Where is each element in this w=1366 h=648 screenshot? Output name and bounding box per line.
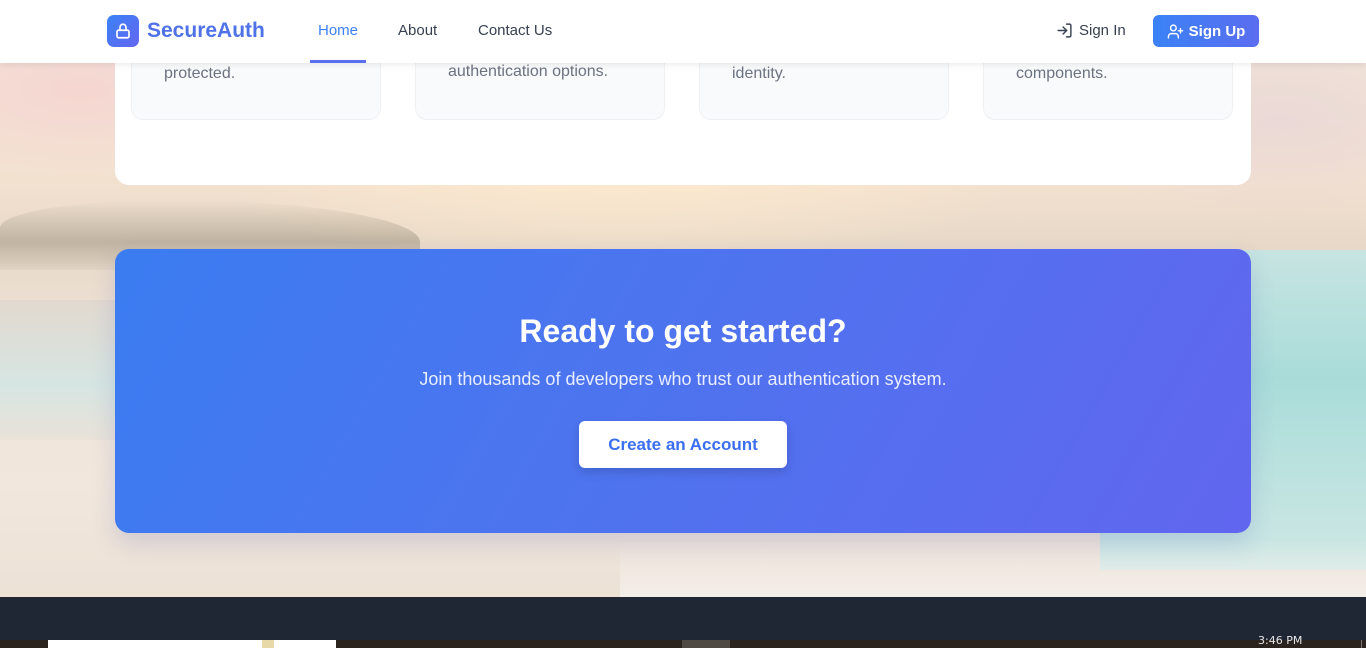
brand-name: SecureAuth [147,19,265,42]
sign-up-label: Sign Up [1188,22,1246,40]
cta-section: Ready to get started? Join thousands of … [115,249,1251,533]
sign-in-label: Sign In [1079,22,1126,39]
nav-link-about[interactable]: About [398,22,437,39]
feature-card-text: components. [1016,65,1108,82]
cta-subtitle: Join thousands of developers who trust o… [419,369,947,389]
navbar: SecureAuth Home About Contact Us Sign In… [0,0,1366,63]
sign-in-icon [1057,23,1072,38]
sign-in-button[interactable]: Sign In [1056,22,1126,39]
background-sea-left [0,300,120,440]
cta-title: Ready to get started? [519,313,847,349]
user-plus-icon [1167,23,1183,39]
nav-active-indicator [310,60,366,63]
lock-icon [107,15,139,47]
nav-link-home[interactable]: Home [318,22,358,39]
show-desktop-button[interactable] [1361,640,1362,648]
taskbar-clock: 3:46 PM [1258,634,1303,647]
taskbar-app-item[interactable] [682,640,730,648]
footer [0,597,1366,640]
nav-link-contact[interactable]: Contact Us [478,22,552,39]
create-account-button[interactable]: Create an Account [579,421,787,468]
sign-up-button[interactable]: Sign Up [1153,15,1259,47]
background-foam [620,540,1366,600]
taskbar: 3:46 PM [0,635,1366,648]
feature-card-text: protected. [164,65,236,82]
feature-card-text: authentication options. [448,63,609,80]
feature-card-text: identity. [732,65,786,82]
taskbar-window-thumbnail[interactable] [48,640,336,648]
brand[interactable]: SecureAuth [107,15,265,47]
taskbar-thumbnail-mark [262,640,274,648]
